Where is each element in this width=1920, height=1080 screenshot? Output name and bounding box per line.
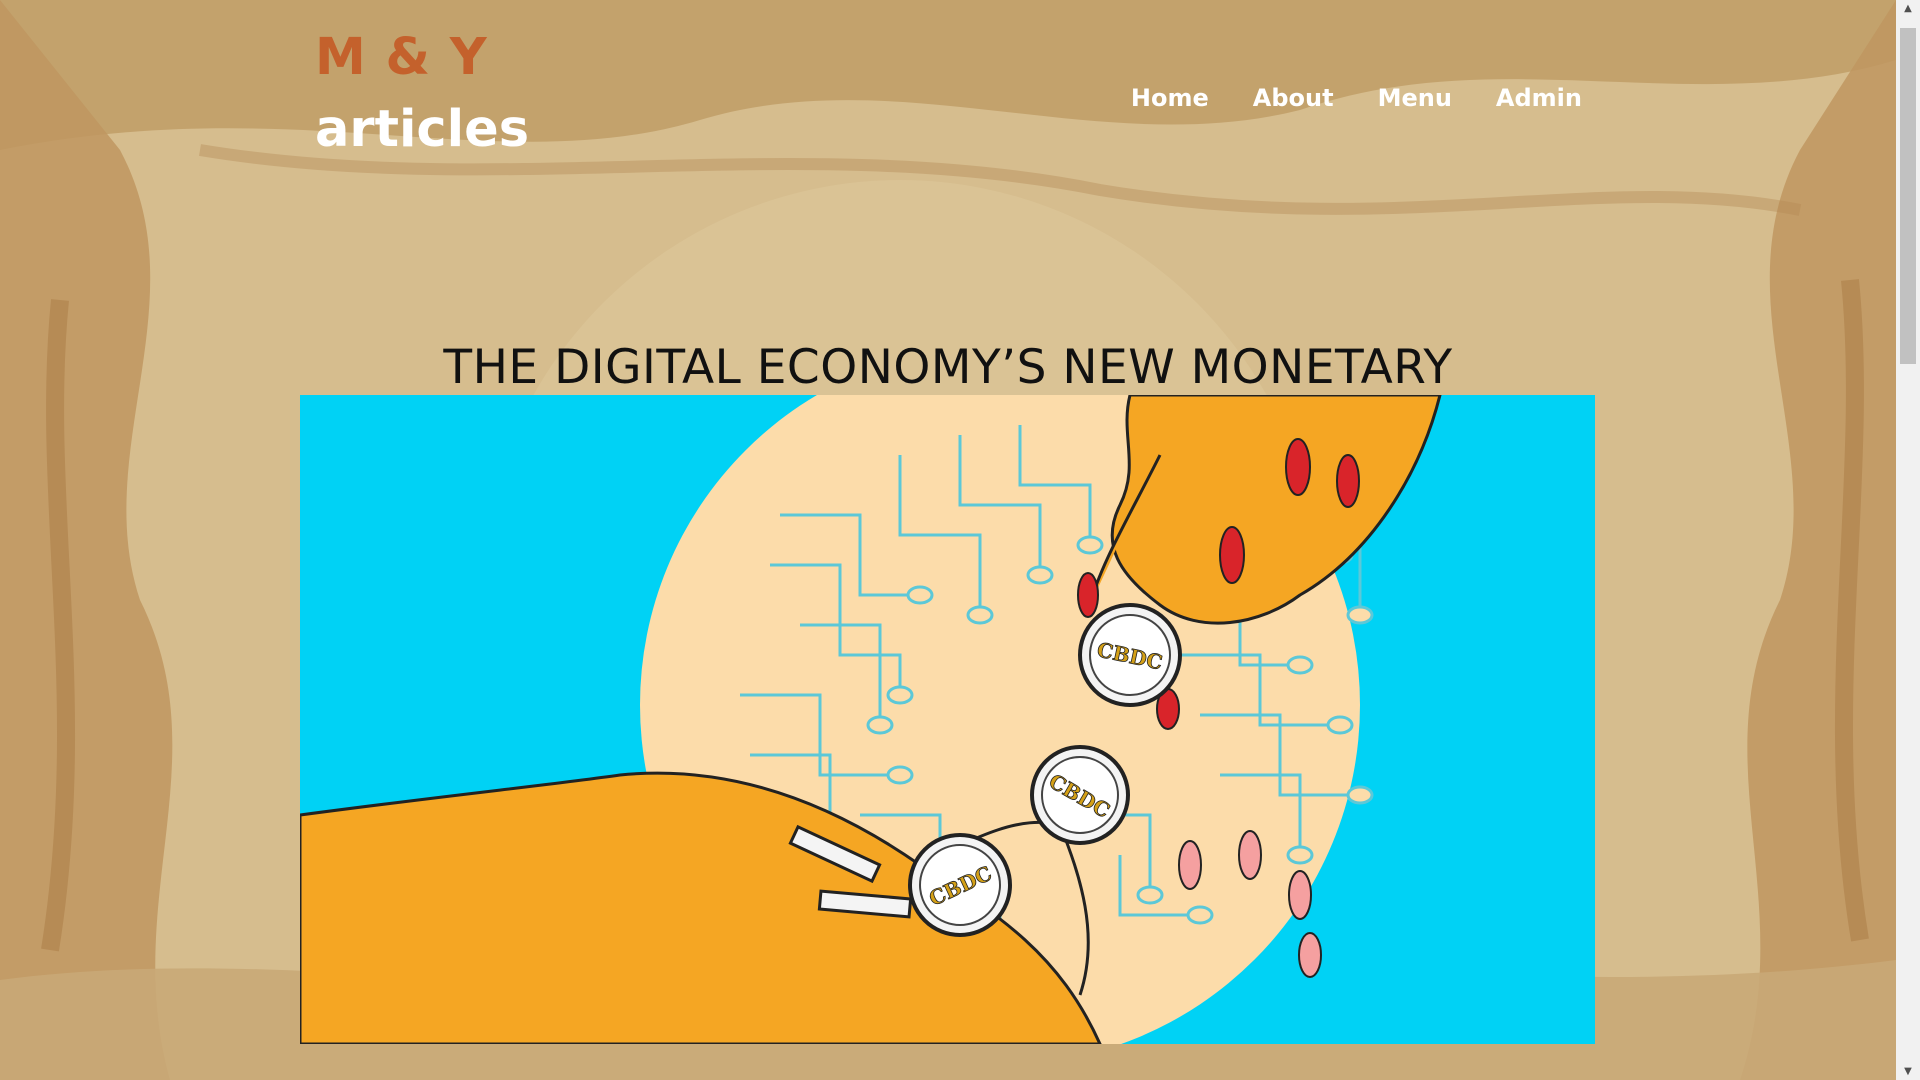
cbdc-coin: CBDC <box>1078 603 1182 707</box>
page: M & Y articles Home About Menu Admin THE… <box>0 0 1896 1080</box>
cbdc-coin: CBDC <box>1030 745 1130 845</box>
scroll-down-button[interactable]: ▼ <box>1896 1063 1920 1080</box>
vertical-scrollbar[interactable]: ▲ ▼ <box>1896 0 1920 1080</box>
main-nav: Home About Menu Admin <box>1131 84 1582 112</box>
nav-home[interactable]: Home <box>1131 84 1209 112</box>
site-logo[interactable]: M & Y articles <box>315 32 529 155</box>
nav-admin[interactable]: Admin <box>1496 84 1582 112</box>
nav-menu[interactable]: Menu <box>1378 84 1452 112</box>
cbdc-coin: CBDC <box>908 833 1012 937</box>
triangle-down-icon: ▼ <box>1904 1066 1912 1077</box>
article-hero-image[interactable]: CBDC CBDC CBDC <box>300 395 1595 1044</box>
nav-about[interactable]: About <box>1253 84 1334 112</box>
triangle-up-icon: ▲ <box>1904 3 1912 14</box>
cbdc-illustration: CBDC CBDC CBDC <box>300 395 1595 1044</box>
brand-name: articles <box>315 100 530 159</box>
scroll-up-button[interactable]: ▲ <box>1896 0 1920 17</box>
scroll-thumb[interactable] <box>1900 28 1916 364</box>
brand-initials: M & Y <box>315 28 488 87</box>
